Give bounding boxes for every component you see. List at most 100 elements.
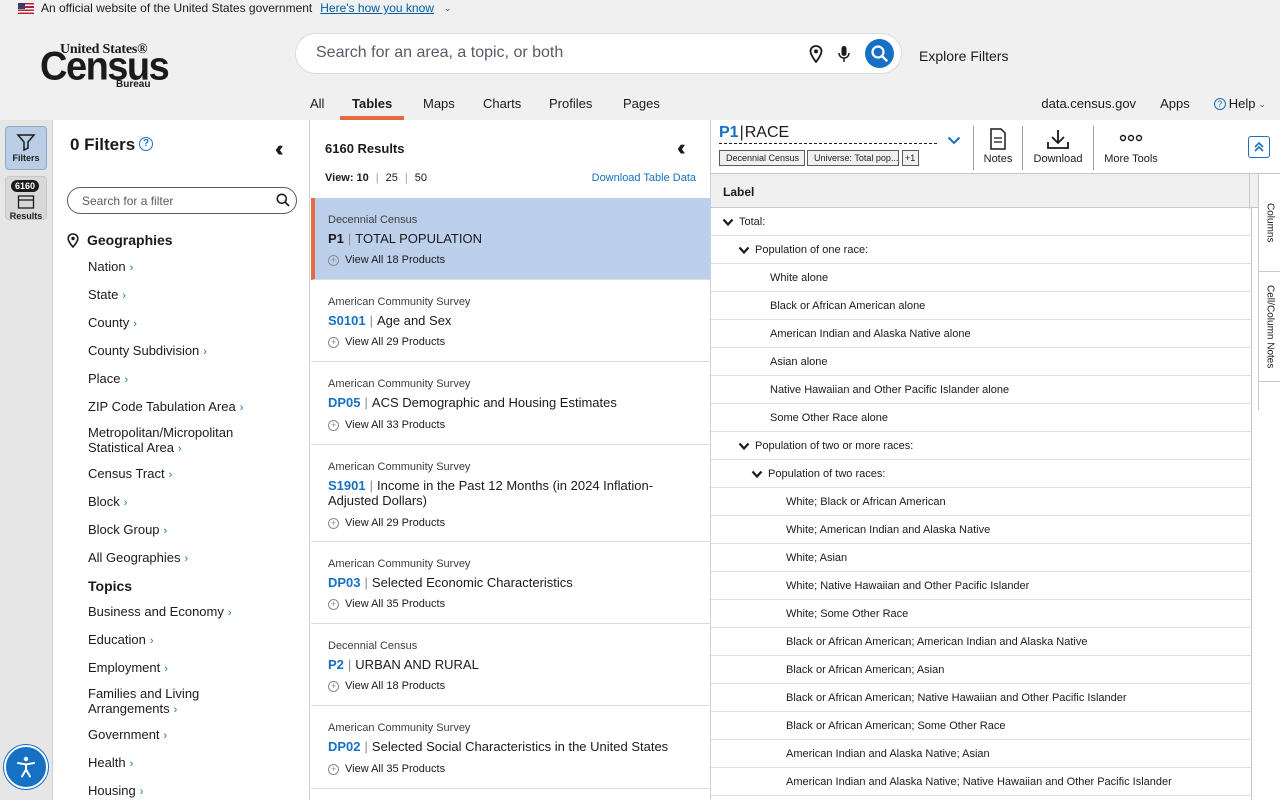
tab-pages[interactable]: Pages [623,94,660,120]
filter-item-block[interactable]: Block › [88,494,127,511]
filter-item-metropolitan-micropolitan-statistical-area[interactable]: Metropolitan/Micropolitan Statistical Are… [88,425,233,457]
main-search-box [295,33,902,74]
filter-item-block-group[interactable]: Block Group › [88,522,167,539]
filter-item-label: Government [88,727,160,742]
cell-column-notes-tab[interactable]: Cell/Column Notes [1259,272,1280,382]
view-all-products-link[interactable]: + View All 35 Products [328,763,445,775]
rail-filters-button[interactable]: Filters [5,126,47,170]
tab-maps[interactable]: Maps [423,94,455,120]
view-all-products-link[interactable]: + View All 35 Products [328,598,445,610]
main-search-input[interactable] [316,44,796,62]
result-title[interactable]: S0101 | Age and Sex [328,313,688,328]
result-card[interactable]: American Community Survey DP05 | ACS Demogr… [311,362,711,445]
filter-item-place[interactable]: Place › [88,371,128,388]
view-all-products-link[interactable]: + View All 33 Products [328,419,445,431]
notes-button[interactable]: Notes [981,128,1015,168]
tab-all[interactable]: All [310,94,324,120]
view-all-products-link[interactable]: + View All 29 Products [328,336,445,348]
result-title[interactable]: P2 | URBAN AND RURAL [328,657,688,672]
filter-item-education[interactable]: Education › [88,632,154,649]
filter-item-census-tract[interactable]: Census Tract › [88,466,172,483]
result-card[interactable]: American Community Survey S1901 | Income in… [311,445,711,542]
result-title[interactable]: DP02 | Selected Social Characteristics in … [328,739,688,754]
filter-item-county[interactable]: County › [88,315,137,332]
heres-how-you-know-link[interactable]: Here's how you know [320,1,434,15]
filter-item-government[interactable]: Government › [88,727,167,744]
view-all-products-link[interactable]: + View All 29 Products [328,517,445,529]
view-option-10[interactable]: 10 [357,172,369,184]
row-label: White alone [770,272,829,284]
accessibility-button[interactable] [4,745,48,789]
census-logo[interactable]: United States® Census Bureau [40,42,170,92]
results-panel: 6160 Results ‹‹ View: 10 | 25 | 50 Downl… [311,120,711,800]
table-title[interactable]: P1|RACE [719,124,937,144]
result-title[interactable]: DP05 | ACS Demographic and Housing Estimat… [328,395,688,410]
more-tools-button[interactable]: More Tools [1101,128,1161,168]
location-pin-icon[interactable] [809,45,823,63]
collapse-row-icon[interactable] [738,440,750,452]
result-title[interactable]: P1 | TOTAL POPULATION [328,231,688,246]
row-label: American Indian and Alaska Native; Nativ… [786,776,1172,788]
chevron-right-icon: › [133,318,137,330]
help-menu[interactable]: ? Help ⌄ [1213,94,1266,114]
results-count-badge: 6160 [11,180,40,192]
table-row: White alone [711,264,1251,292]
chip-universe[interactable]: Universe: Total pop... [807,150,899,166]
filter-item-zip-code-tabulation-area[interactable]: ZIP Code Tabulation Area › [88,399,243,416]
result-card[interactable]: American Community Survey DP03 | Selected E… [311,542,711,624]
chevron-down-icon[interactable]: ⌄ [444,3,452,14]
collapse-filters-icon[interactable]: ‹‹ [275,136,283,162]
microphone-icon[interactable] [837,45,851,63]
result-title-text: Selected Social Characteristics in the U… [371,739,669,754]
chevron-down-icon[interactable] [947,136,961,145]
filter-item-nation[interactable]: Nation › [88,259,133,276]
filters-help-icon[interactable]: ? [139,137,153,151]
filter-item-employment[interactable]: Employment › [88,660,168,677]
result-title[interactable]: DP03 | Selected Economic Characteristics [328,575,688,590]
table-row: White; Black or African American [711,488,1251,516]
search-button[interactable] [865,39,894,68]
columns-tab[interactable]: Columns [1259,174,1280,272]
result-card[interactable]: Decennial Census P1 | TOTAL POPULATION + View… [311,198,711,280]
apps-link[interactable]: Apps [1160,94,1190,114]
download-table-data-link[interactable]: Download Table Data [592,172,696,184]
filter-item-families-and-living-arrangements[interactable]: Families and Living Arrangements › [88,686,199,718]
tab-profiles[interactable]: Profiles [549,94,592,120]
table-row: American Indian and Alaska Native alone [711,320,1251,348]
toolbar-divider [1093,126,1094,170]
filter-item-all-geographies[interactable]: All Geographies › [88,550,188,567]
filter-search-input[interactable] [82,194,262,208]
collapse-row-icon[interactable] [751,468,763,480]
tab-charts[interactable]: Charts [483,94,521,120]
view-option-25[interactable]: 25 [386,172,398,184]
search-icon[interactable] [276,193,290,207]
download-button[interactable]: Download [1029,128,1087,168]
collapse-row-icon[interactable] [722,216,734,228]
tab-tables[interactable]: Tables [339,94,405,120]
chevron-right-icon: › [173,704,178,716]
filter-item-housing[interactable]: Housing › [88,783,143,800]
label-column-header[interactable]: Label [723,185,754,199]
help-label: Help [1228,96,1256,111]
view-option-50[interactable]: 50 [415,172,427,184]
chevron-right-icon: › [129,758,134,770]
filter-item-state[interactable]: State › [88,287,126,304]
filter-item-county-subdivision[interactable]: County Subdivision › [88,343,207,360]
explore-filters-link[interactable]: Explore Filters [919,48,1008,64]
result-card[interactable]: Decennial Census P2 | URBAN AND RURAL + View … [311,624,711,706]
table-code: P1 [719,124,739,141]
result-title[interactable]: S1901 | Income in the Past 12 Months (in 2… [328,478,688,508]
result-card[interactable]: American Community Survey S0101 | Age and S… [311,280,711,362]
collapse-results-icon[interactable]: ‹‹ [677,135,685,161]
collapse-row-icon[interactable] [738,244,750,256]
chip-program[interactable]: Decennial Census [719,150,805,166]
view-all-products-link[interactable]: + View All 18 Products [328,680,445,692]
view-all-products-link[interactable]: + View All 18 Products [328,254,445,266]
chip-more[interactable]: +1 [902,150,919,166]
filter-item-business-and-economy[interactable]: Business and Economy › [88,604,232,621]
scroll-top-button[interactable] [1248,136,1270,158]
data-census-gov-link[interactable]: data.census.gov [1041,94,1136,114]
filter-item-health[interactable]: Health › [88,755,133,772]
rail-results-button[interactable]: 6160 Results [5,176,47,221]
result-card[interactable]: American Community Survey DP02 | Selected S… [311,706,711,789]
